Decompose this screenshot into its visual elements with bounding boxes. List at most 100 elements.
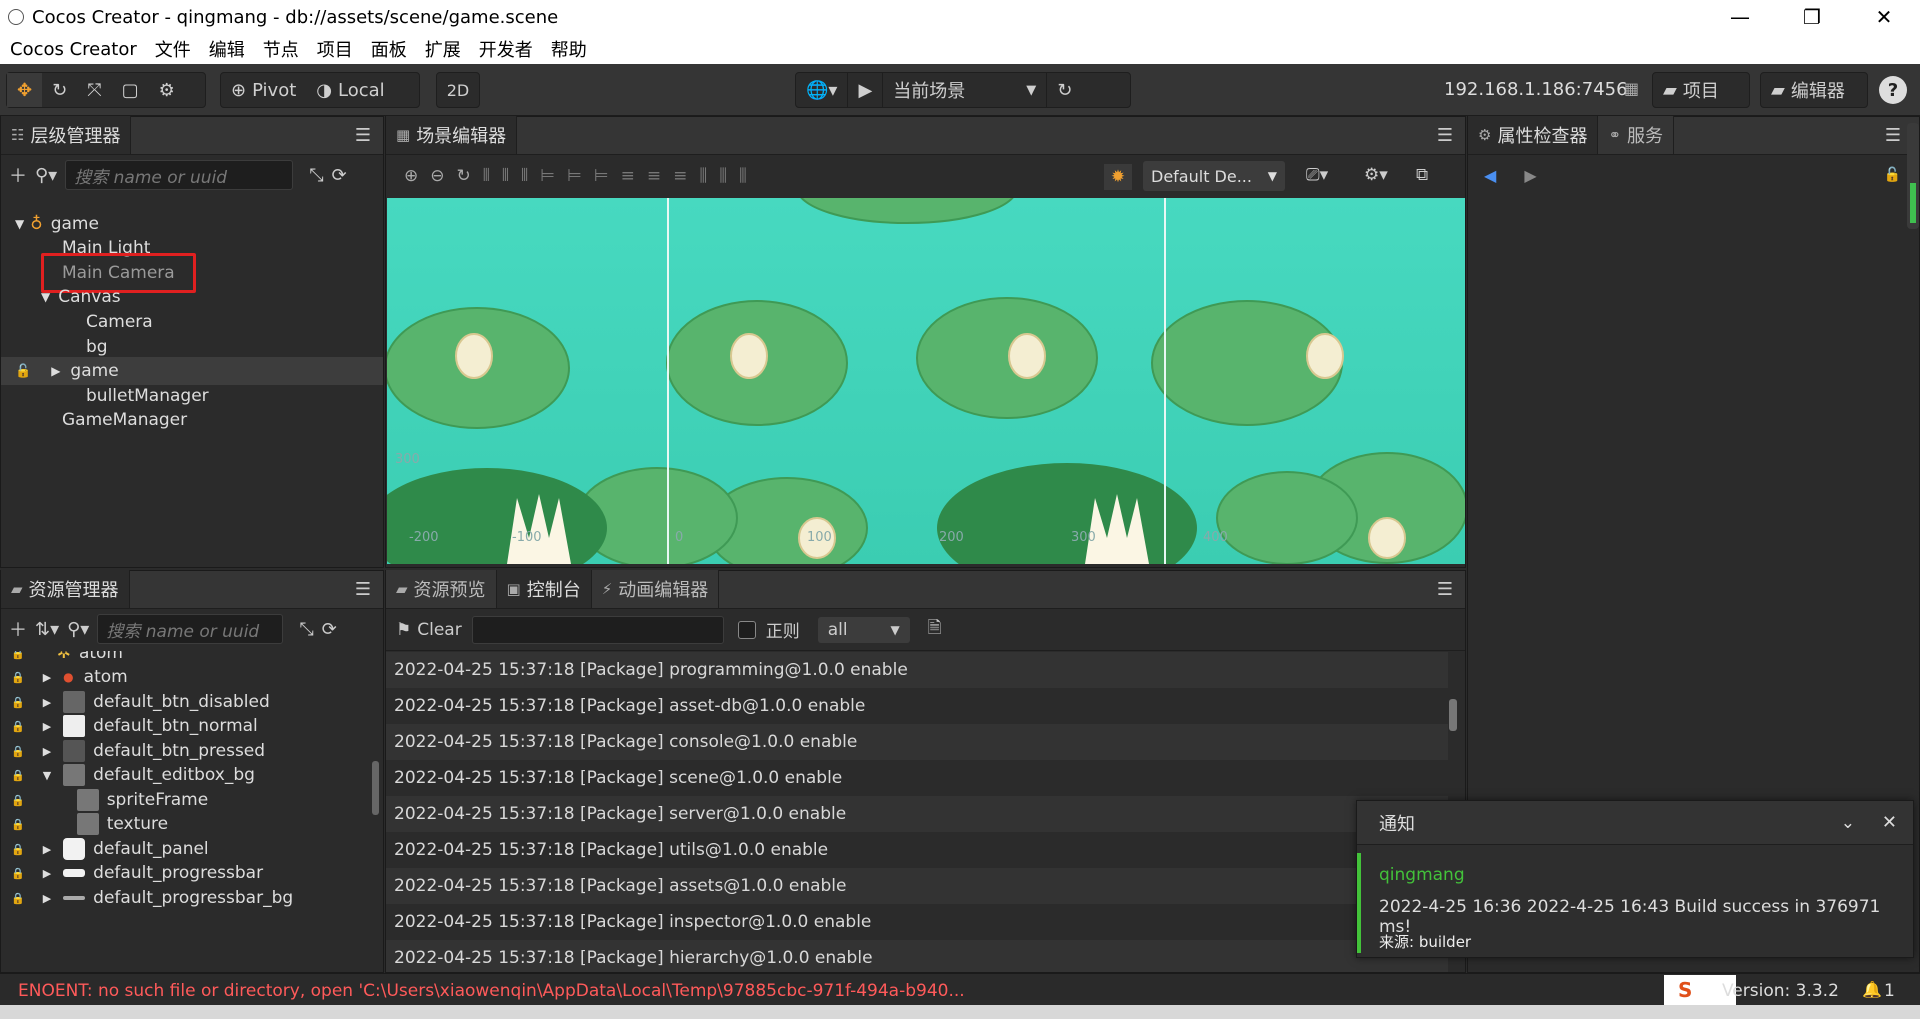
asset-item[interactable]: 🔒 ▶ ● atom [1,663,383,691]
tab-console[interactable]: ▣ 控制台 [496,570,592,608]
gizmo-settings-icon[interactable]: ⚙▾ [1364,165,1388,185]
hierarchy-search-input[interactable]: 搜索 name or uuid [65,160,294,190]
qrcode-icon[interactable]: ▦ [1624,79,1639,98]
align-bottom-icon[interactable]: ⫴ [521,166,528,186]
align-hcenter-icon[interactable]: ⊨ [567,166,582,186]
tree-node-game-manager[interactable]: GameManager [1,406,383,434]
add-asset-icon[interactable]: ＋ [9,616,27,642]
distribute-left-icon[interactable]: ⫼ [699,166,707,186]
add-node-icon[interactable]: ＋ [9,162,27,188]
menu-node[interactable]: 节点 [263,36,299,62]
forward-arrow-icon[interactable]: ▶ [1524,166,1536,185]
editor-button[interactable]: ▰ 编辑器 [1760,72,1868,108]
inspector-menu-icon[interactable]: ☰ [1885,125,1901,146]
collapse-all-icon[interactable]: ⤡ [309,165,323,186]
menu-cocos-creator[interactable]: Cocos Creator [10,39,137,60]
asset-item[interactable]: 🔒 ▶ default_progressbar_bg [1,884,383,912]
search-icon[interactable]: ⚲▾ [67,619,89,640]
server-ip[interactable]: 192.168.1.186:7456 [1444,79,1628,100]
open-log-file-icon[interactable]: 🗎 [928,615,942,644]
back-arrow-icon[interactable]: ◀ [1484,166,1496,185]
collapse-chevron-icon[interactable]: ⌄ [1841,813,1855,833]
distribute-hcenter-icon[interactable]: ⫼ [719,166,727,186]
distribute-top-icon[interactable]: ≡ [621,166,635,186]
align-left-icon[interactable]: ⊨ [540,166,555,186]
bell-icon[interactable]: 🔔 [1862,980,1882,999]
platform-globe-icon[interactable]: 🌐▾ [796,73,847,107]
design-resolution-select[interactable]: Default De... ▼ [1143,161,1285,191]
mode-2d-button[interactable]: 2D [447,73,470,107]
collapse-all-icon[interactable]: ⤡ [299,619,313,640]
refresh-icon[interactable]: ↻ [1046,73,1082,107]
distribute-right-icon[interactable]: ⫼ [739,166,747,186]
move-tool-icon[interactable]: ✥ [7,73,43,107]
log-level-select[interactable]: all ▼ [817,616,910,643]
asset-item[interactable]: 🔒 ▼ default_editbox_bg [1,761,383,789]
sort-icon[interactable]: ⇅▾ [35,619,59,640]
refresh-assets-icon[interactable]: ⟳ [322,619,337,640]
scene-viewport[interactable]: 300 -200 -100 0 100 200 300 400 [387,198,1465,564]
tree-node-canvas[interactable]: ▼ Canvas [1,283,383,311]
close-notification-icon[interactable]: ✕ [1882,812,1897,833]
console-menu-icon[interactable]: ☰ [1437,579,1453,600]
menu-edit[interactable]: 编辑 [209,36,245,62]
assets-menu-icon[interactable]: ☰ [355,579,371,600]
inspector-scrollbar[interactable] [1907,123,1919,229]
align-top-icon[interactable]: ⫴ [483,166,490,186]
zoom-out-icon[interactable]: ⊖ [430,166,444,186]
asset-item[interactable]: 🔒 ▶ default_btn_normal [1,712,383,740]
tab-inspector[interactable]: ⚙ 属性检查器 [1468,116,1599,154]
pivot-button[interactable]: ⊕ Pivot [221,73,306,107]
snap-icon[interactable]: ⧉ [1416,165,1428,185]
rect-tool-icon[interactable]: ▢ [112,73,149,107]
project-button[interactable]: ▰ 项目 [1652,72,1750,108]
tab-asset-preview[interactable]: ▰ 资源预览 [386,570,497,608]
align-right-icon[interactable]: ⊨ [594,166,609,186]
tab-scene-editor[interactable]: ▦ 场景编辑器 [386,116,518,154]
menu-developer[interactable]: 开发者 [479,36,533,62]
reset-view-icon[interactable]: ↻ [457,166,471,186]
menu-project[interactable]: 项目 [317,36,353,62]
menu-help[interactable]: 帮助 [551,36,587,62]
inspector-lock-icon[interactable]: 🔓 [1884,167,1901,183]
console-filter-input[interactable] [471,615,724,644]
tree-node-camera[interactable]: Camera [1,308,383,336]
align-vcenter-icon[interactable]: ⫴ [502,166,509,186]
tab-assets[interactable]: ▰ 资源管理器 [1,570,130,608]
hierarchy-menu-icon[interactable]: ☰ [355,125,371,146]
maximize-button[interactable]: ❐ [1776,0,1848,34]
tab-hierarchy[interactable]: ☷ 层级管理器 [1,116,132,154]
tree-node-game[interactable]: 🔓 ▶ game [1,357,383,385]
menu-file[interactable]: 文件 [155,36,191,62]
zoom-in-icon[interactable]: ⊕ [404,166,418,186]
close-window-button[interactable]: ✕ [1848,0,1920,34]
refresh-hierarchy-icon[interactable]: ⟳ [332,165,347,186]
assets-scrollbar[interactable] [372,761,379,815]
distribute-bottom-icon[interactable]: ≡ [673,166,687,186]
clear-button[interactable]: ⚑ Clear [396,620,462,640]
scale-tool-icon[interactable]: ⤧ [77,73,111,107]
asset-item[interactable]: 🔒 texture [1,810,383,838]
scene-menu-icon[interactable]: ☰ [1437,125,1453,146]
light-icon[interactable]: ✹ [1104,164,1132,190]
lock-icon[interactable]: 🔓 [15,364,31,379]
menu-panel[interactable]: 面板 [371,36,407,62]
local-button[interactable]: ◑ Local [306,73,394,107]
camera-settings-icon[interactable]: ⎚▾ [1306,165,1328,185]
play-icon[interactable]: ▶ [847,73,882,107]
console-scrollbar[interactable] [1449,699,1457,731]
asset-item[interactable]: 🔒 ▶ default_progressbar [1,859,383,887]
search-icon[interactable]: ⚲▾ [35,165,57,186]
tab-services[interactable]: ⚭ 服务 [1598,116,1675,154]
minimize-button[interactable]: — [1704,0,1776,34]
help-icon[interactable]: ? [1879,76,1907,104]
regex-checkbox[interactable] [737,620,756,639]
error-message[interactable]: ENOENT: no such file or directory, open … [18,981,965,1001]
menu-extension[interactable]: 扩展 [425,36,461,62]
assets-search-input[interactable]: 搜索 name or uuid [97,614,284,644]
rotate-tool-icon[interactable]: ↻ [42,73,77,107]
tab-animation-editor[interactable]: ⚡ 动画编辑器 [591,570,720,608]
scene-select[interactable]: 当前场景 ▼ [882,73,1046,107]
transform-settings-icon[interactable]: ⚙ [149,73,185,107]
distribute-vcenter-icon[interactable]: ≡ [647,166,661,186]
